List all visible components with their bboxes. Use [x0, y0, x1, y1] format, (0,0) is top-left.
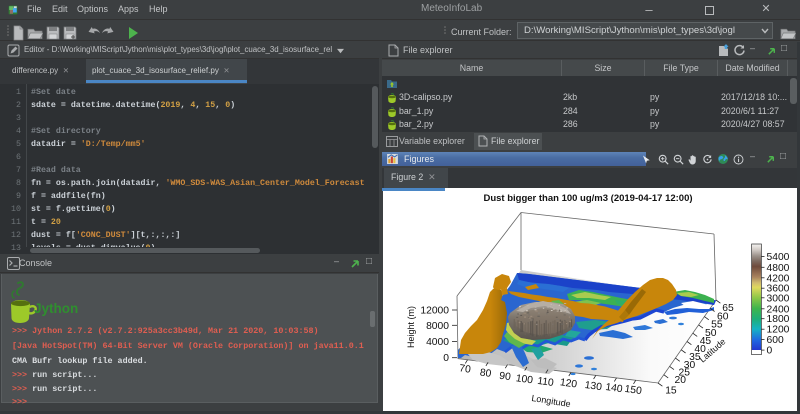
svg-text:4000: 4000: [426, 337, 449, 348]
svg-text:3000: 3000: [767, 293, 790, 304]
svg-text:120: 120: [559, 377, 578, 390]
svg-text:4200: 4200: [767, 273, 790, 284]
svg-text:100: 100: [515, 373, 534, 386]
svg-text:80: 80: [479, 367, 492, 380]
svg-text:0: 0: [443, 353, 449, 364]
svg-text:140: 140: [605, 382, 624, 395]
svg-text:65: 65: [722, 303, 734, 314]
svg-text:1200: 1200: [767, 325, 790, 336]
svg-text:Longitude: Longitude: [531, 393, 572, 409]
svg-text:110: 110: [537, 376, 555, 389]
svg-text:4800: 4800: [767, 263, 790, 274]
svg-text:Dust bigger than 100 ug/m3 (20: Dust bigger than 100 ug/m3 (2019-04-17 1…: [483, 193, 692, 204]
svg-text:8000: 8000: [426, 321, 449, 332]
svg-text:12000: 12000: [420, 306, 449, 317]
svg-text:Jython: Jython: [34, 301, 78, 316]
svg-text:Height (m): Height (m): [406, 306, 416, 348]
svg-text:5400: 5400: [767, 252, 790, 263]
svg-text:150: 150: [624, 384, 643, 397]
svg-text:1800: 1800: [767, 314, 790, 325]
svg-text:90: 90: [498, 371, 511, 384]
svg-text:130: 130: [584, 380, 603, 393]
svg-text:70: 70: [458, 363, 471, 376]
svg-text:600: 600: [767, 335, 784, 346]
svg-text:0: 0: [767, 346, 773, 357]
svg-text:15: 15: [665, 385, 677, 396]
